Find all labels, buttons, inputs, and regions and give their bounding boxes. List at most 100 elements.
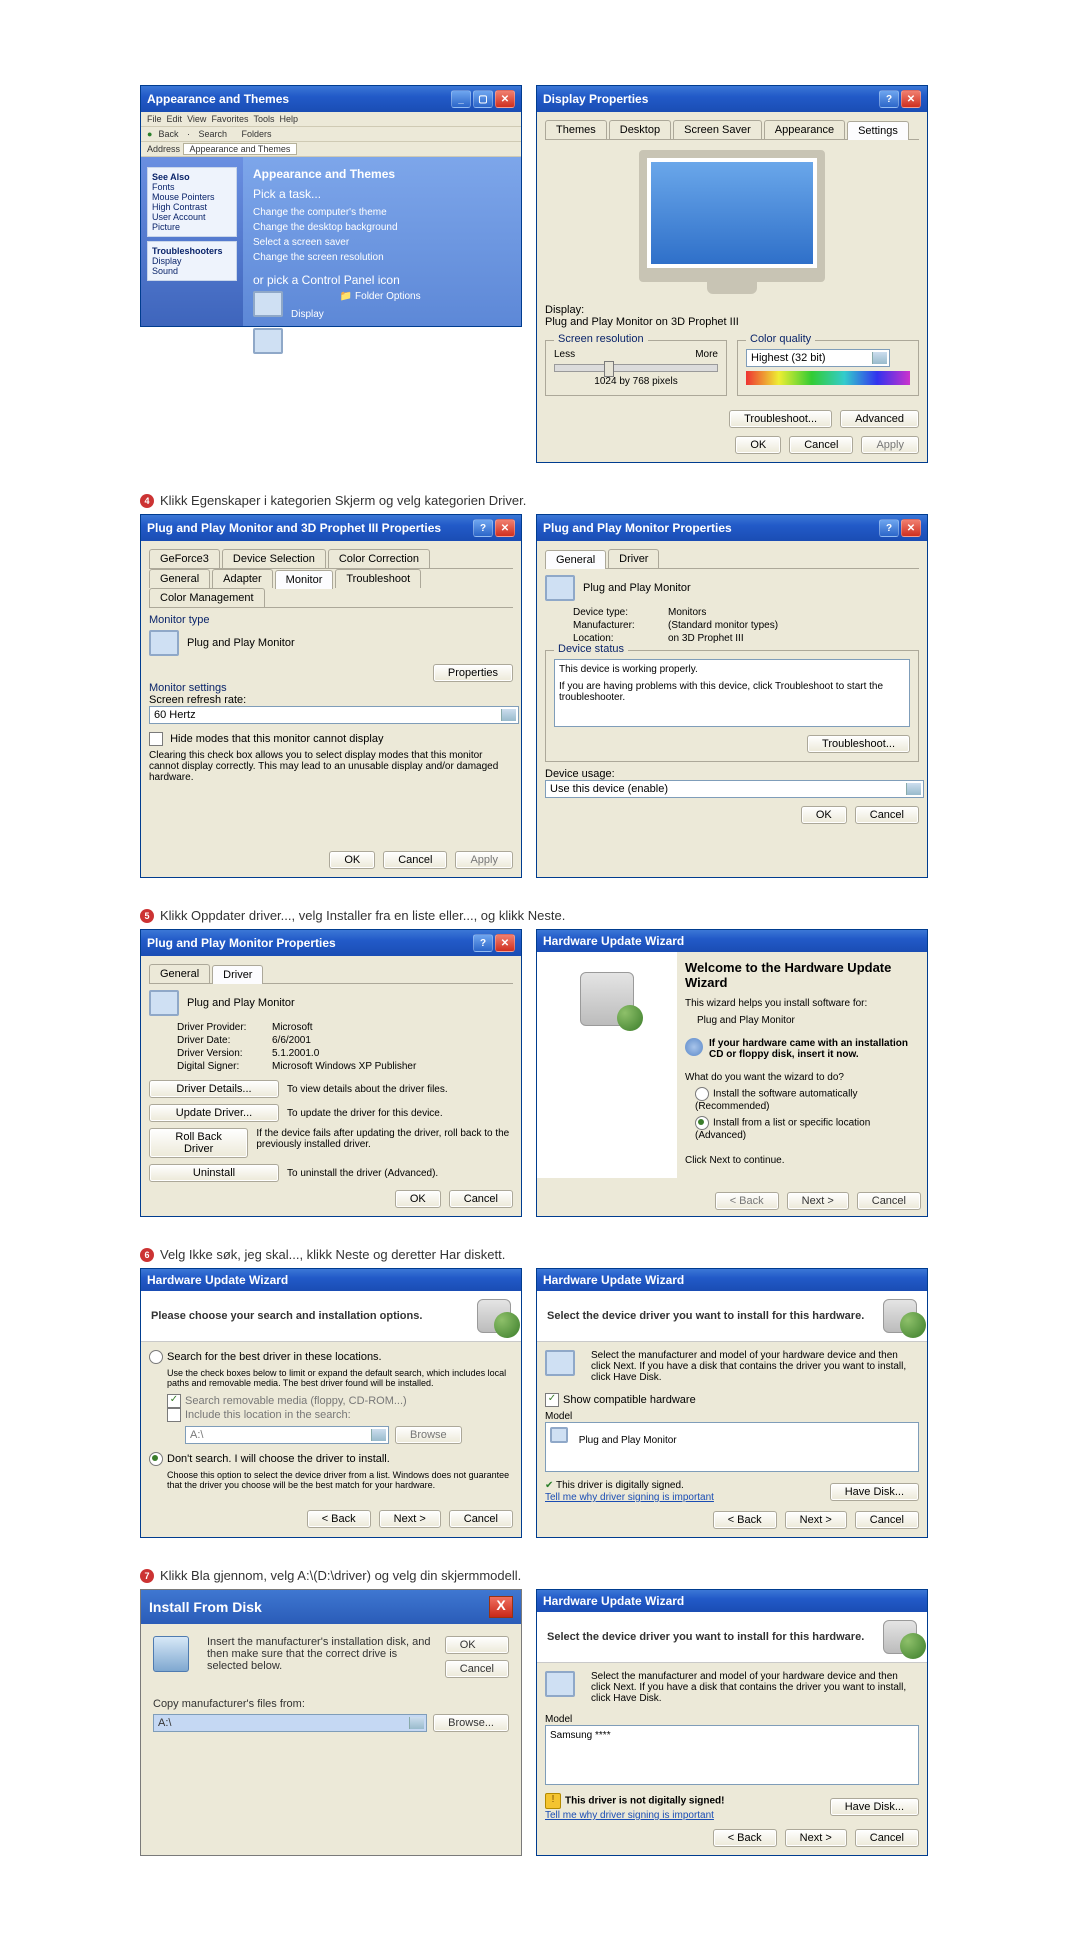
tab-adapter[interactable]: Adapter bbox=[212, 569, 273, 588]
tip-monitor-icon bbox=[253, 328, 283, 354]
device-usage-select[interactable]: Use this device (enable) bbox=[545, 780, 924, 798]
signing-info-link[interactable]: Tell me why driver signing is important bbox=[545, 1492, 714, 1503]
tab-desktop[interactable]: Desktop bbox=[609, 120, 671, 139]
tab-driver[interactable]: Driver bbox=[608, 549, 659, 568]
close-icon[interactable]: ✕ bbox=[495, 934, 515, 952]
dialog-title: Install From Disk bbox=[149, 1599, 262, 1615]
close-icon[interactable]: ✕ bbox=[901, 90, 921, 108]
uninstall-button[interactable]: Uninstall bbox=[149, 1164, 279, 1182]
cancel-button[interactable]: Cancel bbox=[445, 1660, 509, 1678]
task-background[interactable]: Change the desktop background bbox=[253, 222, 511, 233]
wizard-device-name: Plug and Play Monitor bbox=[697, 1015, 919, 1026]
menu-bar[interactable]: File Edit View Favorites Tools Help bbox=[141, 112, 521, 127]
chk-removable-media[interactable] bbox=[167, 1394, 181, 1408]
tab-general[interactable]: General bbox=[545, 550, 606, 569]
tab-monitor[interactable]: Monitor bbox=[275, 570, 334, 589]
close-icon[interactable]: ✕ bbox=[495, 519, 515, 537]
cancel-button[interactable]: Cancel bbox=[857, 1192, 921, 1210]
task-screensaver[interactable]: Select a screen saver bbox=[253, 237, 511, 248]
back-button[interactable]: < Back bbox=[713, 1511, 777, 1529]
tabs[interactable]: Themes Desktop Screen Saver Appearance S… bbox=[545, 120, 919, 140]
rollback-driver-button[interactable]: Roll Back Driver bbox=[149, 1128, 248, 1158]
refresh-rate-label: Screen refresh rate: bbox=[149, 694, 513, 706]
radio-list-location[interactable] bbox=[695, 1116, 709, 1130]
address-bar[interactable]: Address Appearance and Themes bbox=[141, 142, 521, 157]
tab-themes[interactable]: Themes bbox=[545, 120, 607, 139]
appearance-themes-window: Appearance and Themes _ ▢ ✕ File Edit Vi… bbox=[140, 85, 522, 327]
toolbar[interactable]: ●Back · Search Folders bbox=[141, 127, 521, 142]
ok-button[interactable]: OK bbox=[801, 806, 847, 824]
cancel-button[interactable]: Cancel bbox=[855, 1511, 919, 1529]
chk-include-location[interactable] bbox=[167, 1408, 181, 1422]
have-disk-button[interactable]: Have Disk... bbox=[830, 1798, 919, 1816]
cancel-button[interactable]: Cancel bbox=[449, 1510, 513, 1528]
resolution-slider[interactable] bbox=[554, 364, 718, 372]
next-button[interactable]: Next > bbox=[785, 1511, 847, 1529]
help-icon[interactable]: ? bbox=[473, 934, 493, 952]
model-list[interactable]: Samsung **** bbox=[545, 1725, 919, 1785]
tab-driver[interactable]: Driver bbox=[212, 965, 263, 984]
task-resolution[interactable]: Change the screen resolution bbox=[253, 252, 511, 263]
cpl-icon-folder-options[interactable]: 📁 Folder Options bbox=[340, 291, 421, 320]
close-icon[interactable]: ✕ bbox=[901, 519, 921, 537]
color-quality-select[interactable]: Highest (32 bit) bbox=[746, 349, 890, 367]
tab-general[interactable]: General bbox=[149, 964, 210, 983]
tab-color-correction[interactable]: Color Correction bbox=[328, 549, 430, 568]
ok-button[interactable]: OK bbox=[329, 851, 375, 869]
properties-button[interactable]: Properties bbox=[433, 664, 513, 682]
cancel-button[interactable]: Cancel bbox=[383, 851, 447, 869]
radio-search-locations[interactable] bbox=[149, 1350, 163, 1364]
signing-info-link[interactable]: Tell me why driver signing is important bbox=[545, 1810, 714, 1821]
radio-dont-search[interactable] bbox=[149, 1452, 163, 1466]
ok-button[interactable]: OK bbox=[735, 436, 781, 454]
next-button[interactable]: Next > bbox=[379, 1510, 441, 1528]
tab-appearance[interactable]: Appearance bbox=[764, 120, 845, 139]
cancel-button[interactable]: Cancel bbox=[789, 436, 853, 454]
wizard-header: Please choose your search and installati… bbox=[151, 1310, 422, 1322]
ok-button[interactable]: OK bbox=[445, 1636, 509, 1654]
radio-auto[interactable] bbox=[695, 1087, 709, 1101]
apply-button[interactable]: Apply bbox=[455, 851, 513, 869]
help-icon[interactable]: ? bbox=[879, 519, 899, 537]
ok-button[interactable]: OK bbox=[395, 1190, 441, 1208]
update-driver-button[interactable]: Update Driver... bbox=[149, 1104, 279, 1122]
browse-button[interactable]: Browse bbox=[395, 1426, 462, 1444]
task-theme[interactable]: Change the computer's theme bbox=[253, 207, 511, 218]
close-icon[interactable]: ✕ bbox=[495, 90, 515, 108]
tab-general[interactable]: General bbox=[149, 569, 210, 588]
troubleshoot-button[interactable]: Troubleshoot... bbox=[807, 735, 910, 753]
back-button[interactable]: < Back bbox=[307, 1510, 371, 1528]
hide-modes-checkbox[interactable] bbox=[149, 732, 163, 746]
tab-screensaver[interactable]: Screen Saver bbox=[673, 120, 762, 139]
cancel-button[interactable]: Cancel bbox=[449, 1190, 513, 1208]
next-button[interactable]: Next > bbox=[787, 1192, 849, 1210]
maximize-icon[interactable]: ▢ bbox=[473, 90, 493, 108]
chk-show-compatible[interactable] bbox=[545, 1393, 559, 1407]
pnp-monitor-general-window: Plug and Play Monitor Properties?✕ Gener… bbox=[536, 514, 928, 878]
help-icon[interactable]: ? bbox=[473, 519, 493, 537]
copy-from-input[interactable]: A:\ bbox=[153, 1714, 427, 1732]
tab-geforce3[interactable]: GeForce3 bbox=[149, 549, 220, 568]
tab-settings[interactable]: Settings bbox=[847, 121, 909, 140]
driver-details-button[interactable]: Driver Details... bbox=[149, 1080, 279, 1098]
back-button[interactable]: < Back bbox=[713, 1829, 777, 1847]
model-list[interactable]: Plug and Play Monitor bbox=[545, 1422, 919, 1472]
help-icon[interactable]: ? bbox=[879, 90, 899, 108]
refresh-rate-select[interactable]: 60 Hertz bbox=[149, 706, 519, 724]
cancel-button[interactable]: Cancel bbox=[855, 1829, 919, 1847]
cancel-button[interactable]: Cancel bbox=[855, 806, 919, 824]
browse-button[interactable]: Browse... bbox=[433, 1714, 509, 1732]
apply-button[interactable]: Apply bbox=[861, 436, 919, 454]
back-button[interactable]: < Back bbox=[715, 1192, 779, 1210]
advanced-button[interactable]: Advanced bbox=[840, 410, 919, 428]
tab-troubleshoot[interactable]: Troubleshoot bbox=[335, 569, 421, 588]
have-disk-button[interactable]: Have Disk... bbox=[830, 1483, 919, 1501]
tab-device-selection[interactable]: Device Selection bbox=[222, 549, 326, 568]
tab-color-mgmt[interactable]: Color Management bbox=[149, 588, 265, 607]
minimize-icon[interactable]: _ bbox=[451, 90, 471, 108]
next-button[interactable]: Next > bbox=[785, 1829, 847, 1847]
search-path-input[interactable]: A:\ bbox=[185, 1426, 389, 1444]
close-icon[interactable]: X bbox=[489, 1596, 513, 1618]
troubleshoot-button[interactable]: Troubleshoot... bbox=[729, 410, 832, 428]
cpl-icon-display[interactable]: Display bbox=[253, 291, 324, 320]
